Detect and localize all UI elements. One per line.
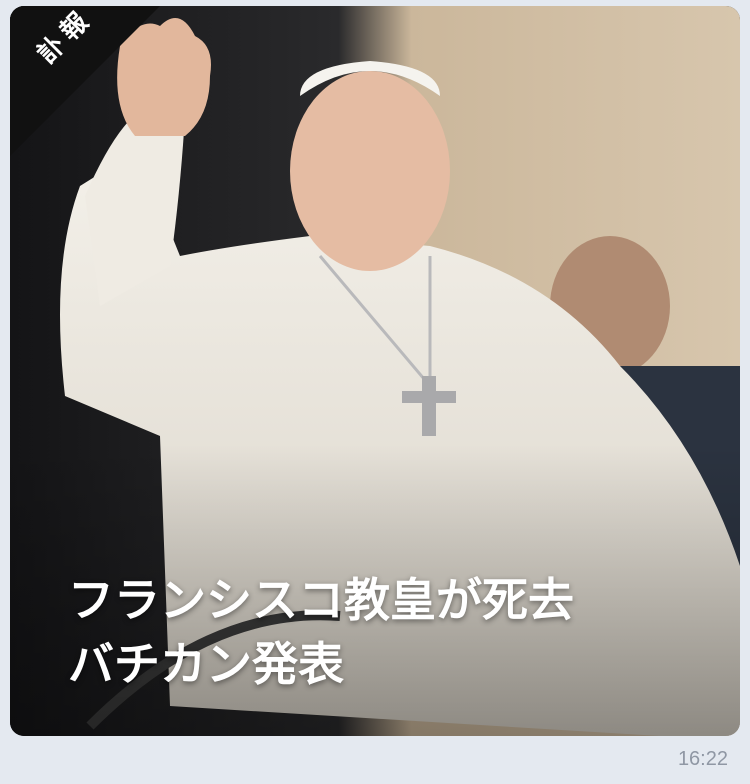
message-timestamp: 16:22 — [677, 748, 728, 770]
headline-line-2: バチカン発表 — [68, 637, 344, 691]
headline: フランシスコ教皇が死去 バチカン発表 — [68, 568, 574, 696]
headline-line-1: フランシスコ教皇が死去 — [68, 573, 574, 627]
news-image-card[interactable]: 訃報 フランシスコ教皇が死去 バチカン発表 — [10, 6, 740, 736]
